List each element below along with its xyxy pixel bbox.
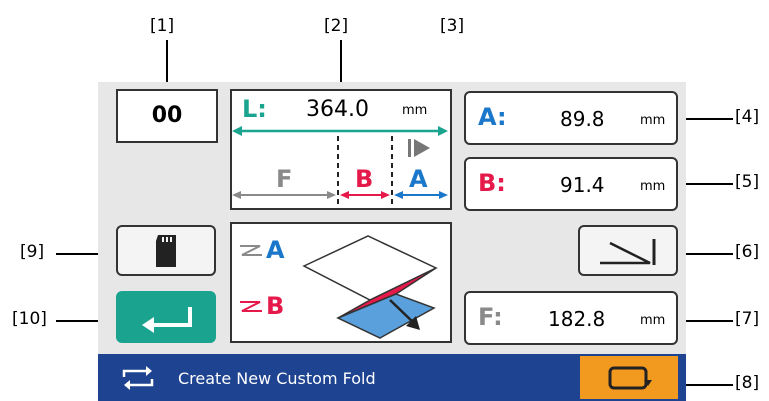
- fold-a-label: A: [266, 236, 285, 264]
- callout-10: [10]: [12, 309, 47, 329]
- fold-direction-button[interactable]: [578, 225, 678, 276]
- status-bar: Create New Custom Fold: [98, 354, 686, 401]
- play-step-icon: [408, 139, 430, 157]
- measure-f-value: 182.8: [548, 307, 606, 331]
- fold-direction-icon: [600, 239, 656, 265]
- callout-6: [6]: [735, 242, 760, 262]
- callout-2: [2]: [324, 16, 349, 36]
- measure-b-field[interactable]: B: 91.4 mm: [464, 157, 678, 211]
- measure-f-unit: mm: [640, 313, 666, 328]
- measure-b-unit: mm: [640, 179, 666, 194]
- sd-card-button[interactable]: [116, 225, 216, 276]
- enter-button[interactable]: [116, 291, 216, 343]
- leader-line-6: [678, 253, 733, 255]
- fold-preview[interactable]: A B: [230, 222, 452, 343]
- diagram-f-label: F: [276, 165, 293, 193]
- refresh-icon: [122, 366, 154, 390]
- status-text: Create New Custom Fold: [178, 369, 376, 388]
- measure-a-label: A:: [478, 103, 507, 131]
- diagram-a-label: A: [409, 165, 428, 193]
- measure-a-value: 89.8: [560, 107, 605, 131]
- callout-5: [5]: [735, 172, 760, 192]
- measure-a-unit: mm: [640, 113, 666, 128]
- callout-7: [7]: [735, 309, 760, 329]
- counter-display[interactable]: 00: [116, 89, 218, 143]
- leader-line-8: [680, 384, 733, 386]
- fold-preview-graphic: [240, 235, 438, 339]
- measure-b-label: B:: [478, 169, 506, 197]
- leader-line-7: [678, 320, 733, 322]
- callout-4: [4]: [735, 107, 760, 127]
- measure-b-value: 91.4: [560, 173, 605, 197]
- leader-line-4: [678, 118, 733, 120]
- callout-8: [8]: [735, 373, 760, 393]
- length-diagram[interactable]: L: 364.0 mm F B A: [230, 89, 452, 210]
- measure-a-field[interactable]: A: 89.8 mm: [464, 91, 678, 145]
- measure-f-field[interactable]: F: 182.8 mm: [464, 291, 678, 345]
- diagram-b-label: B: [355, 165, 374, 193]
- measure-f-label: F:: [478, 303, 503, 331]
- enter-icon: [142, 307, 192, 333]
- card-rotate-icon: [608, 366, 652, 390]
- sd-card-icon: [156, 235, 176, 267]
- callout-1: [1]: [150, 16, 175, 36]
- fold-b-label: B: [266, 292, 285, 320]
- counter-value: 00: [151, 103, 183, 128]
- card-rotate-button[interactable]: [580, 356, 678, 399]
- leader-line-5: [678, 183, 733, 185]
- callout-9: [9]: [20, 242, 45, 262]
- callout-3: [3]: [440, 16, 465, 36]
